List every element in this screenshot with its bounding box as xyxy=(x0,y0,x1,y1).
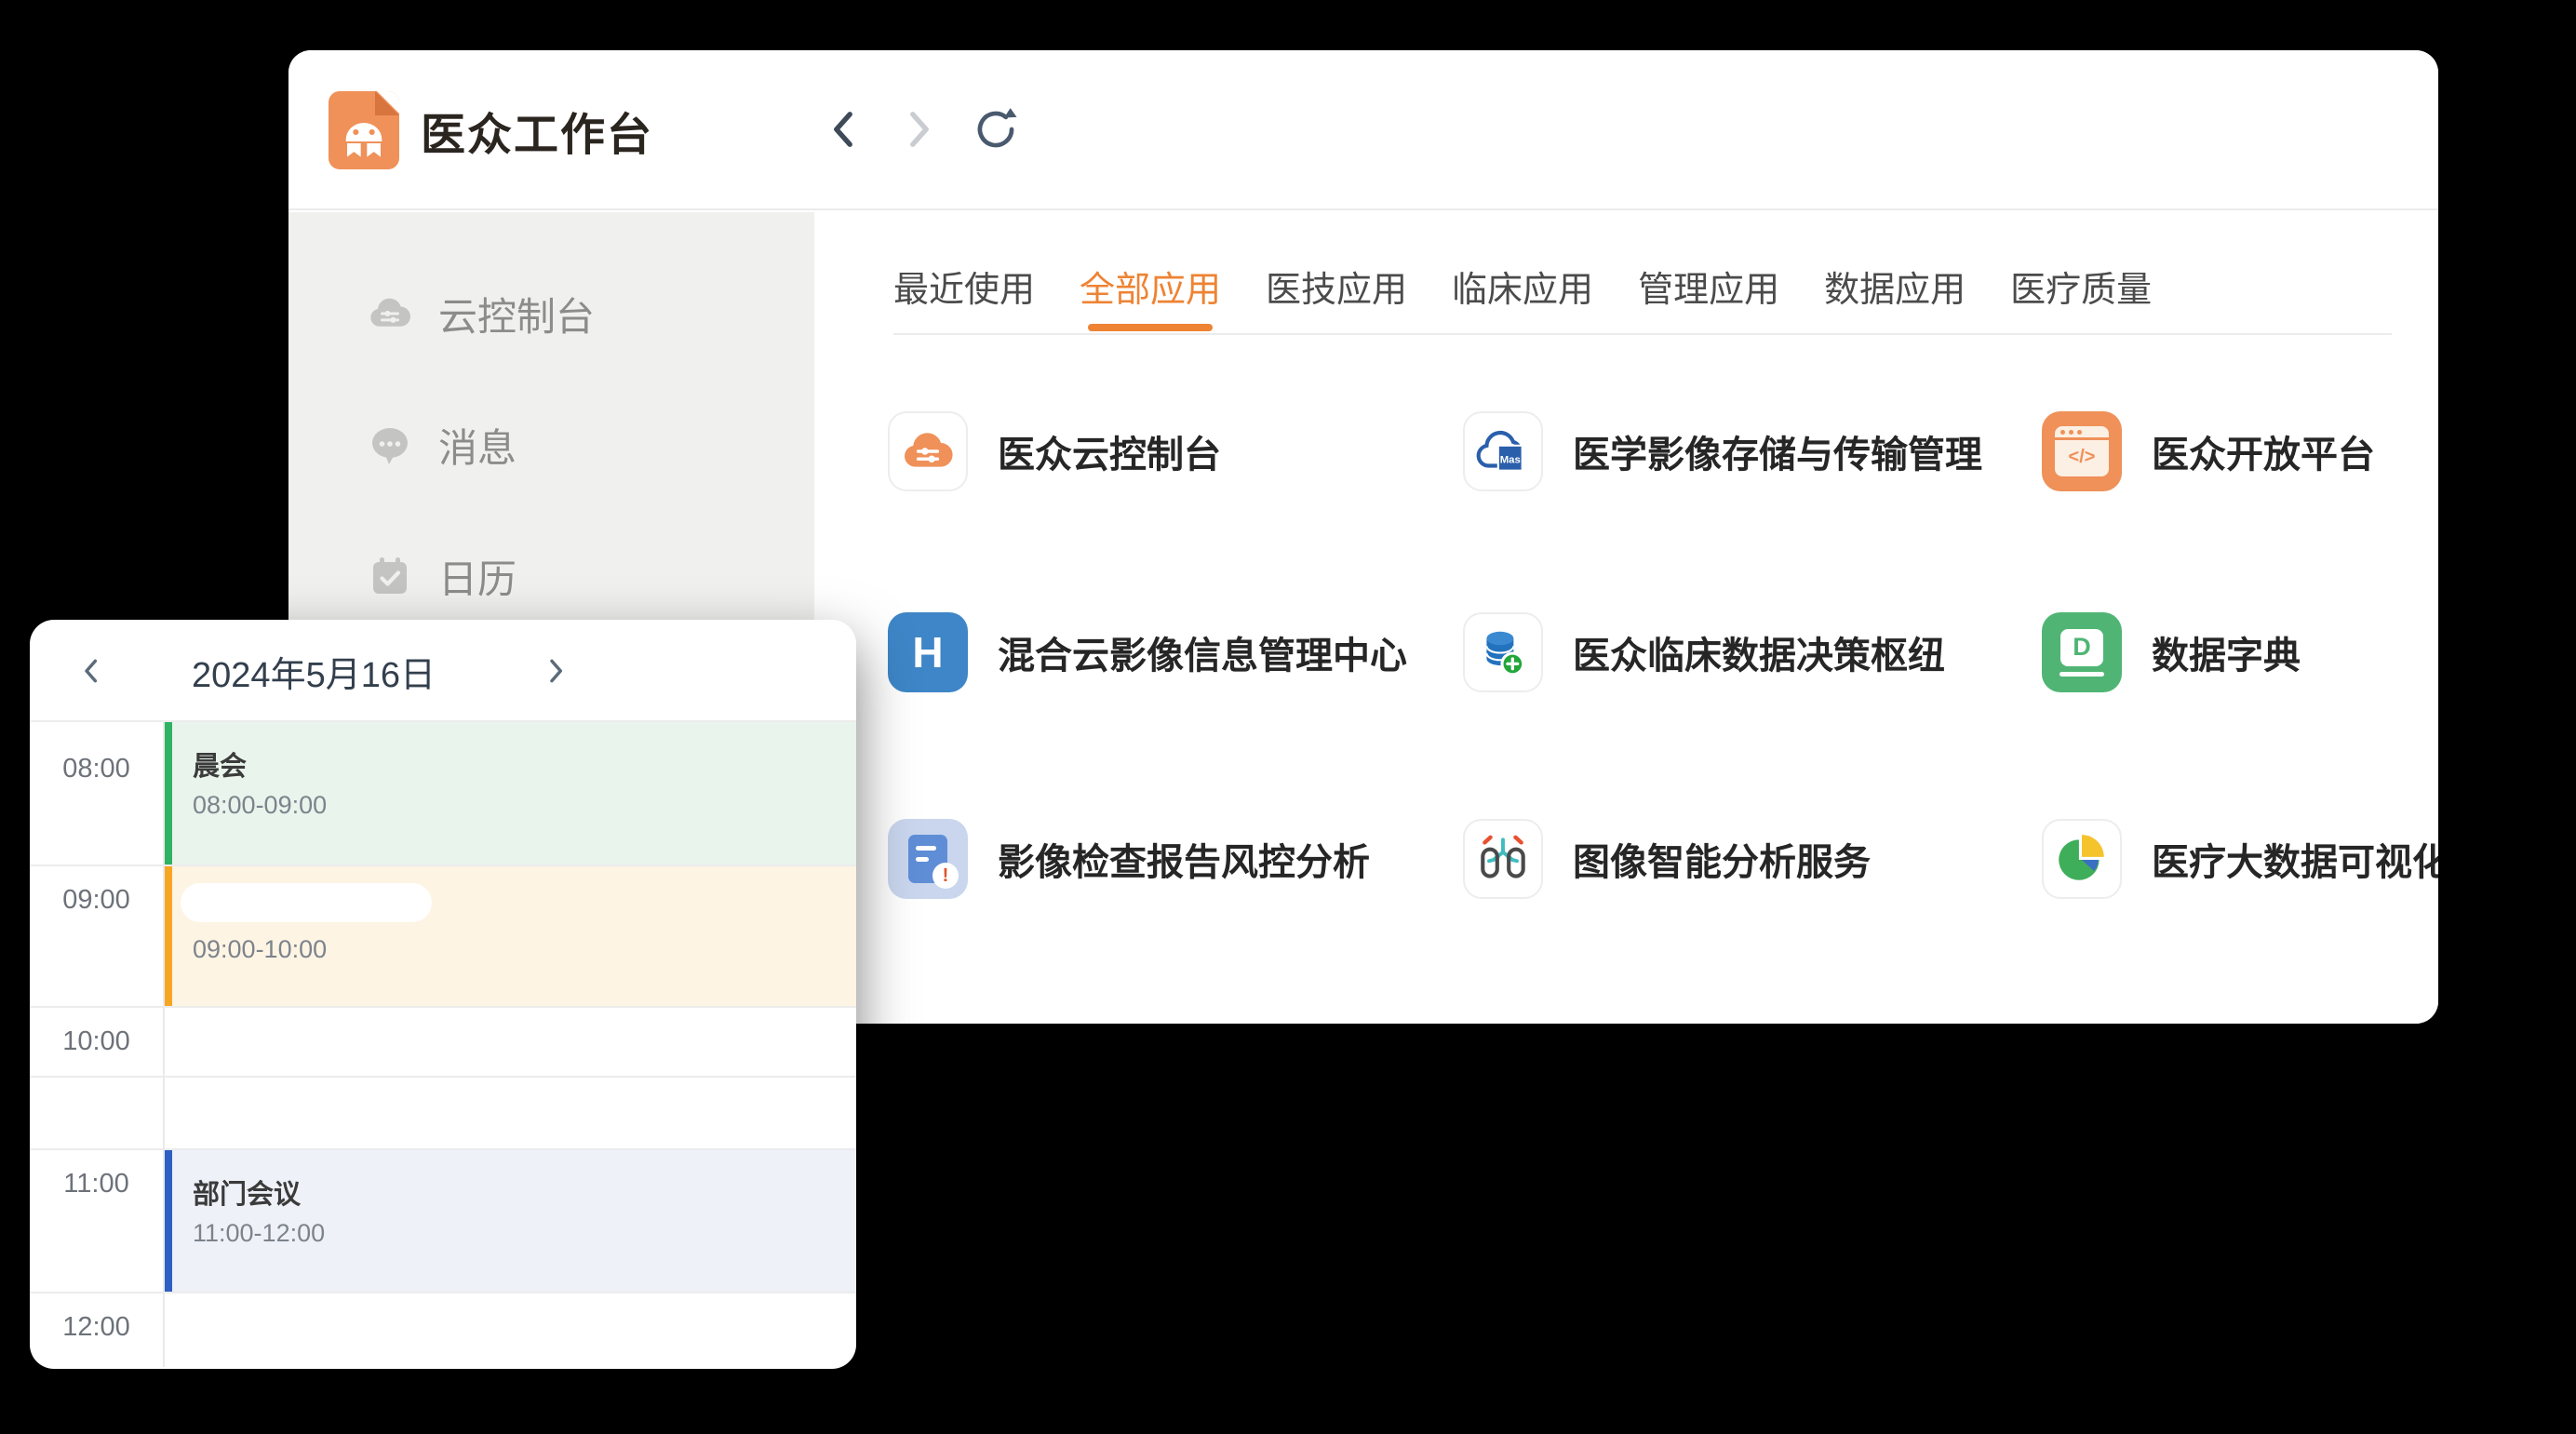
event-color-bar xyxy=(165,1150,172,1292)
event-time: 11:00-12:00 xyxy=(193,1219,856,1248)
chevron-left-icon xyxy=(76,652,104,690)
tab-all-apps[interactable]: 全部应用 xyxy=(1080,272,1221,333)
sidebar-item-calendar[interactable]: 日历 xyxy=(368,554,814,598)
report-alert-icon xyxy=(888,819,968,899)
empty-slot[interactable] xyxy=(165,1293,856,1367)
app-big-data-visualization[interactable]: 医疗大数据可视化 xyxy=(2042,819,2438,899)
tab-medical-quality[interactable]: 医疗质量 xyxy=(2010,272,2152,333)
calendar-row-1030 xyxy=(30,1078,856,1150)
tab-medtech-apps[interactable]: 医技应用 xyxy=(1266,272,1407,333)
tab-data-apps[interactable]: 数据应用 xyxy=(1824,272,1966,333)
app-clinical-data-hub[interactable]: 医众临床数据决策枢纽 xyxy=(1463,612,2042,692)
sidebar-item-label: 消息 xyxy=(438,417,517,474)
code-window-icon xyxy=(2042,411,2122,491)
app-open-platform[interactable]: 医众开放平台 xyxy=(2042,411,2438,491)
tab-recently-used[interactable]: 最近使用 xyxy=(893,272,1035,333)
empty-slot[interactable] xyxy=(165,1078,856,1148)
sidebar-item-label: 日历 xyxy=(438,548,517,605)
calendar-row-0800: 08:00 晨会 08:00-09:00 xyxy=(30,722,856,866)
calendar-check-icon xyxy=(368,554,412,598)
calendar-panel: 2024年5月16日 08:00 晨会 08:00-09:00 xyxy=(30,620,856,1369)
calendar-row-1000: 10:00 xyxy=(30,1008,856,1078)
refresh-icon xyxy=(968,101,1024,157)
chevron-left-icon xyxy=(825,104,862,154)
event-color-bar xyxy=(165,722,172,864)
time-label: 09:00 xyxy=(30,866,165,1006)
app-label: 数据字典 xyxy=(2152,625,2301,679)
app-medical-image-storage[interactable]: Mas 医学影像存储与传输管理 xyxy=(1463,411,2042,491)
calendar-date: 2024年5月16日 xyxy=(132,620,495,722)
calendar-prev-button[interactable] xyxy=(58,620,123,722)
sidebar-item-cloud-console[interactable]: 云控制台 xyxy=(368,291,814,336)
app-image-ai-analysis[interactable]: 图像智能分析服务 xyxy=(1463,819,2042,899)
window-header: 医众工作台 xyxy=(288,50,2438,210)
app-label: 图像智能分析服务 xyxy=(1573,832,1871,886)
calendar-next-button[interactable] xyxy=(523,620,588,722)
calendar-event-redacted[interactable]: 09:00-10:00 xyxy=(165,866,856,1006)
time-label: 12:00 xyxy=(30,1293,165,1367)
chevron-right-icon xyxy=(542,652,570,690)
tab-label: 全部应用 xyxy=(1080,271,1221,310)
cloud-settings-icon xyxy=(368,291,412,336)
dictionary-book-icon xyxy=(2042,612,2122,692)
app-label: 混合云影像信息管理中心 xyxy=(998,625,1407,679)
app-label: 影像检查报告风控分析 xyxy=(998,832,1370,886)
app-label: 医疗大数据可视化 xyxy=(2152,832,2438,886)
content-area: 最近使用 全部应用 医技应用 临床应用 管理应用 数据应用 医疗质量 xyxy=(814,212,2438,1024)
chevron-right-icon xyxy=(901,104,938,154)
app-data-dictionary[interactable]: 数据字典 xyxy=(2042,612,2438,692)
calendar-event-morning-meeting[interactable]: 晨会 08:00-09:00 xyxy=(165,722,856,864)
database-plus-icon xyxy=(1463,612,1543,692)
message-icon xyxy=(368,422,412,467)
event-title: 部门会议 xyxy=(193,1173,856,1212)
event-title: 晨会 xyxy=(193,744,856,784)
app-logo-icon xyxy=(329,91,399,169)
app-label: 医学影像存储与传输管理 xyxy=(1573,424,1982,478)
app-report-risk-analysis[interactable]: 影像检查报告风控分析 xyxy=(888,819,1463,899)
sidebar-item-messages[interactable]: 消息 xyxy=(368,422,814,467)
time-label xyxy=(30,1078,165,1148)
calendar-row-1100: 11:00 部门会议 11:00-12:00 xyxy=(30,1150,856,1293)
redacted-event-title xyxy=(181,883,432,922)
forward-button[interactable] xyxy=(886,96,953,163)
time-label: 11:00 xyxy=(30,1150,165,1292)
refresh-button[interactable] xyxy=(962,96,1029,163)
tabs-bar: 最近使用 全部应用 医技应用 临床应用 管理应用 数据应用 医疗质量 xyxy=(893,212,2392,335)
app-label: 医众临床数据决策枢纽 xyxy=(1573,625,1945,679)
app-label: 医众云控制台 xyxy=(998,424,1221,478)
window-title: 医众工作台 xyxy=(421,50,653,210)
back-button[interactable] xyxy=(810,96,877,163)
calendar-body: 08:00 晨会 08:00-09:00 09:00 09:00-10:00 xyxy=(30,722,856,1367)
app-cloud-console[interactable]: 医众云控制台 xyxy=(888,411,1463,491)
sidebar-item-label: 云控制台 xyxy=(438,286,595,342)
pie-chart-icon xyxy=(2042,819,2122,899)
active-tab-underline xyxy=(1088,324,1213,331)
event-color-bar xyxy=(165,866,172,1006)
time-label: 08:00 xyxy=(30,722,165,864)
calendar-header: 2024年5月16日 xyxy=(30,620,856,722)
calendar-row-1200: 12:00 xyxy=(30,1293,856,1367)
cloud-mas-icon: Mas xyxy=(1463,411,1543,491)
cloud-settings-orange-icon xyxy=(888,411,968,491)
event-time: 08:00-09:00 xyxy=(193,791,856,820)
app-label: 医众开放平台 xyxy=(2152,424,2375,478)
empty-slot[interactable] xyxy=(165,1008,856,1076)
lungs-icon xyxy=(1463,819,1543,899)
screen: 医众工作台 xyxy=(0,0,2576,1434)
tab-management-apps[interactable]: 管理应用 xyxy=(1638,272,1779,333)
calendar-event-department-meeting[interactable]: 部门会议 11:00-12:00 xyxy=(165,1150,856,1292)
alert-badge-icon xyxy=(932,863,959,889)
tab-clinical-apps[interactable]: 临床应用 xyxy=(1452,272,1593,333)
calendar-row-0900: 09:00 09:00-10:00 xyxy=(30,866,856,1008)
letter-h-icon xyxy=(888,612,968,692)
app-grid: 医众云控制台 Mas 医学影像存储与传输管理 xyxy=(888,411,2438,899)
time-label: 10:00 xyxy=(30,1008,165,1076)
app-hybrid-cloud-imaging[interactable]: 混合云影像信息管理中心 xyxy=(888,612,1463,692)
event-time: 09:00-10:00 xyxy=(193,935,856,964)
svg-text:Mas: Mas xyxy=(1500,454,1521,465)
